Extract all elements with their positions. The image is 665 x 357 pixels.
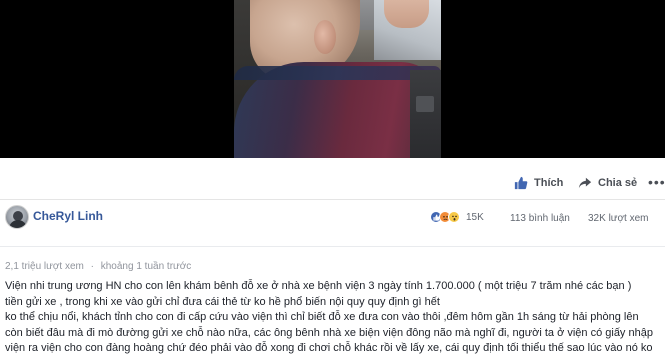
reactions-count: 15K <box>466 211 484 223</box>
comments-count[interactable]: 113 bình luận <box>510 213 570 224</box>
video-person-ear <box>314 20 336 54</box>
like-button[interactable]: Thích <box>514 172 563 194</box>
description-line: ko thể chịu nổi, khách tỉnh cho con đi c… <box>5 311 639 323</box>
description-line: Viện nhi trung ương HN cho con lên khám … <box>5 280 632 292</box>
reactions-summary[interactable]: 15K <box>430 211 484 223</box>
views-count: 32K lượt xem <box>588 213 649 224</box>
wow-reaction-icon <box>448 211 460 223</box>
post-timestamp[interactable]: khoảng 1 tuần trước <box>101 261 192 272</box>
description-line: còn biết đâu mà đi mò đường gửi xe chỗ n… <box>5 326 653 339</box>
video-player[interactable] <box>0 0 665 158</box>
video-frame[interactable] <box>234 0 441 158</box>
view-count-meta: 2,1 triệu lượt xem <box>5 261 84 272</box>
share-arrow-icon <box>578 177 592 189</box>
description-line: viện ra viện cho con đàng hoàng chứ đéo … <box>5 342 653 354</box>
share-button[interactable]: Chia sẻ <box>578 172 637 194</box>
action-bar: Thích Chia sẻ ••• <box>0 168 665 198</box>
like-label: Thích <box>534 177 564 189</box>
share-label: Chia sẻ <box>598 177 638 189</box>
divider <box>0 199 665 200</box>
post-meta: 2,1 triệu lượt xem · khoảng 1 tuần trước <box>5 261 195 272</box>
description-line: tiền gửi xe , trong khi xe vào gửi chỉ đ… <box>5 295 440 308</box>
meta-separator: · <box>90 261 94 272</box>
meta-divider <box>0 246 665 247</box>
video-hand <box>384 0 429 28</box>
video-car-dashboard <box>410 70 441 158</box>
post-description: Viện nhi trung ương HN cho con lên khám … <box>5 279 665 357</box>
avatar[interactable] <box>5 205 29 229</box>
more-options-icon[interactable]: ••• <box>648 174 665 190</box>
avatar-body <box>9 220 27 228</box>
post-header: CheRyl Linh 15K 113 bình luận 32K lượt x… <box>0 203 665 233</box>
video-dash-panel <box>416 96 434 112</box>
author-name[interactable]: CheRyl Linh <box>33 209 103 223</box>
thumbs-up-icon <box>514 176 528 190</box>
